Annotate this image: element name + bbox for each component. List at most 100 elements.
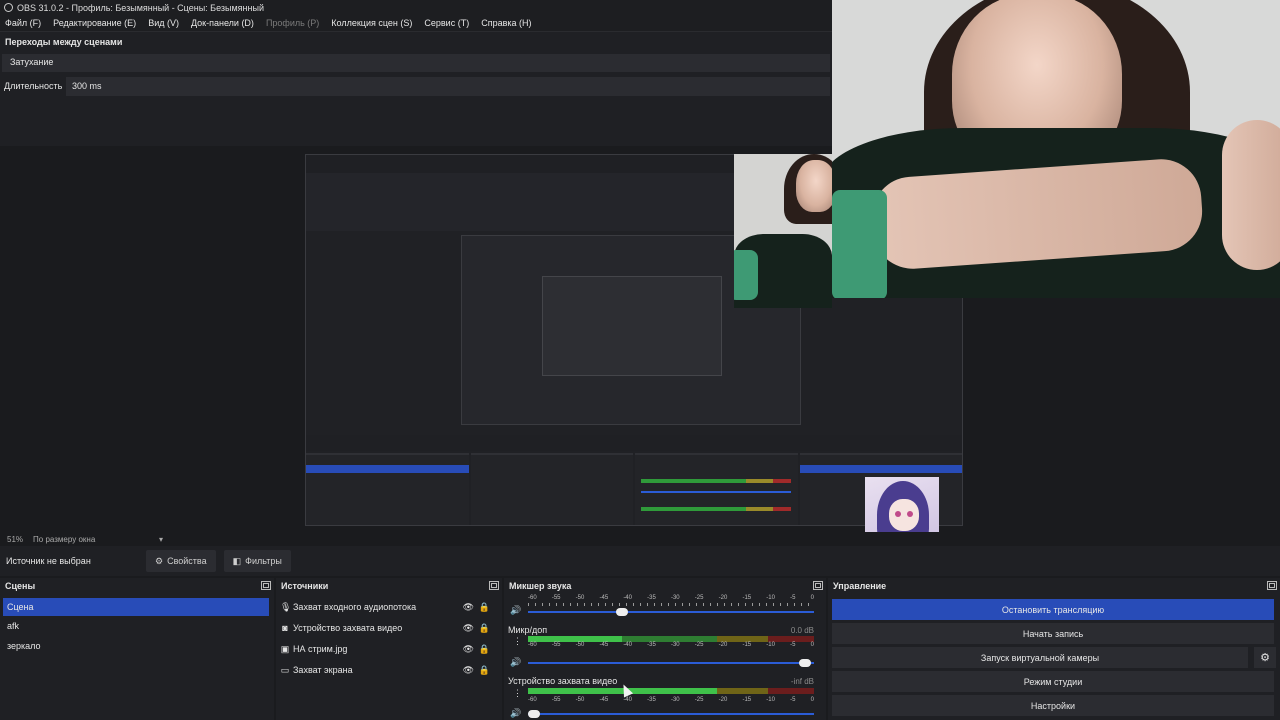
duration-input[interactable]: 300 ms — [66, 77, 830, 96]
mixer-channel-name: Устройство захвата видео — [508, 676, 618, 686]
zoom-percent: 51% — [7, 534, 24, 544]
meter-tick-label: -25 — [694, 595, 704, 601]
source-item[interactable]: ▣ НА стрим.jpg 👁 🔒 — [280, 640, 498, 658]
meter-tick-label: -40 — [623, 642, 632, 648]
meter-tick-label: -35 — [647, 697, 656, 703]
meter-tick-label: -10 — [766, 595, 775, 601]
meter-tick-label: -50 — [575, 595, 585, 601]
meter-tick-label: -15 — [742, 595, 752, 601]
scene-item-scene[interactable]: Сцена — [3, 598, 269, 616]
menu-docks[interactable]: Док-панели (D) — [191, 18, 254, 28]
controls-header: Управление — [828, 578, 1280, 594]
undock-icon[interactable] — [813, 581, 823, 590]
settings-button[interactable]: Настройки — [832, 695, 1274, 716]
eye-icon[interactable]: 👁 — [463, 665, 474, 676]
undock-icon[interactable] — [1267, 581, 1277, 590]
nested-dock-mixer — [635, 453, 798, 525]
scene-label: Сцена — [7, 602, 34, 612]
meter-tick-label: -15 — [742, 642, 752, 648]
menu-edit[interactable]: Редактирование (E) — [53, 18, 136, 28]
microphone-icon: 🎙 — [280, 601, 292, 612]
meter-tick-label: -15 — [742, 697, 752, 703]
eye-icon[interactable]: 👁 — [463, 623, 474, 634]
meter-tick-label: -5 — [790, 642, 796, 648]
scene-item-afk[interactable]: afk — [3, 617, 269, 635]
volume-knob[interactable] — [527, 710, 540, 718]
meter-tick-label: -55 — [551, 595, 561, 601]
meter-tick-label: -10 — [766, 642, 775, 648]
volume-slider[interactable] — [527, 710, 814, 718]
nested-meter — [641, 479, 791, 483]
stop-streaming-button[interactable]: Остановить трансляцию — [832, 599, 1274, 620]
context-bar: Источник не выбран ⚙ Свойства ◧ Фильтры — [0, 546, 1280, 576]
properties-button[interactable]: ⚙ Свойства — [146, 550, 216, 572]
speaker-icon[interactable]: 🔊 — [510, 657, 521, 668]
meter-tick-label: 0 — [810, 642, 814, 648]
channel-menu-icon[interactable]: ⋮ — [513, 688, 522, 699]
nested-transitions — [306, 173, 736, 231]
meter-tick-label: -50 — [575, 697, 585, 703]
mixer-channel-db: -inf dB — [790, 677, 814, 686]
volume-slider[interactable] — [528, 659, 814, 667]
meter-tick-label: -30 — [670, 595, 680, 601]
lock-icon[interactable]: 🔒 — [479, 665, 490, 676]
meter-tick-label: -30 — [670, 642, 680, 648]
audio-mixer-dock: Микшер звука -60 -55 -50 -45 -40 -35 -30 -25 -20… — [504, 578, 826, 720]
channel-menu-icon[interactable]: ⋮ — [513, 636, 522, 647]
filters-button[interactable]: ◧ Фильтры — [223, 550, 291, 572]
nested-status — [306, 435, 962, 451]
lock-icon[interactable]: 🔒 — [479, 602, 490, 613]
source-item[interactable]: ▭ Захват экрана 👁 🔒 — [280, 661, 498, 679]
mixer-channel-db: 0.0 dB — [790, 626, 814, 635]
volume-meter — [528, 688, 814, 694]
menu-view[interactable]: Вид (V) — [148, 18, 179, 28]
transition-select[interactable]: Затухание — [2, 54, 830, 72]
controls-dock: Управление Остановить трансляцию Начать … — [828, 578, 1280, 720]
menu-help[interactable]: Справка (H) — [481, 18, 531, 28]
meter-tick-label: -20 — [718, 697, 728, 703]
meter-tick-label: -25 — [694, 697, 704, 703]
scenes-header: Сцены — [0, 578, 274, 594]
sources-title: Источники — [281, 581, 329, 591]
undock-icon[interactable] — [489, 581, 499, 590]
scene-item-mirror[interactable]: зеркало — [3, 637, 269, 655]
eye-icon[interactable]: 👁 — [463, 602, 474, 613]
meter-tick-label: -40 — [623, 697, 632, 703]
source-item[interactable]: 🎙 Захват входного аудиопотока 👁 🔒 — [280, 598, 498, 616]
volume-knob[interactable] — [799, 659, 812, 667]
meter-tick-label: -55 — [551, 697, 561, 703]
meter-scale: -60 -55 -50 -45 -40 -35 -30 -25 -20 -15 -10 -5 0 — [528, 642, 814, 648]
lock-icon[interactable]: 🔒 — [479, 623, 490, 634]
meter-scale: -60 -55 -50 -45 -40 -35 -30 -25 -20 -15 -10 -5 0 — [528, 595, 814, 601]
sources-dock: Источники 🎙 Захват входного аудиопотока … — [276, 578, 502, 720]
studio-mode-button[interactable]: Режим студии — [832, 671, 1274, 692]
properties-label: Свойства — [167, 556, 207, 566]
transitions-title: Переходы между сценами — [5, 37, 123, 47]
menu-bar: Файл (F) Редактирование (E) Вид (V) Док-… — [0, 15, 832, 31]
start-recording-button[interactable]: Начать запись — [832, 623, 1274, 644]
menu-scene-collection[interactable]: Коллекция сцен (S) — [331, 18, 412, 28]
zoom-mode-label: По размеру окна — [33, 534, 96, 544]
start-virtual-camera-button[interactable]: Запуск виртуальной камеры — [832, 647, 1248, 668]
undock-icon[interactable] — [261, 581, 271, 590]
volume-knob[interactable] — [616, 608, 629, 616]
speaker-icon[interactable]: 🔊 — [510, 605, 521, 616]
source-item[interactable]: ◙ Устройство захвата видео 👁 🔒 — [280, 619, 498, 637]
nested-scene-highlight — [306, 465, 469, 473]
speaker-icon[interactable]: 🔊 — [510, 708, 521, 719]
virtual-camera-settings-gear-icon[interactable]: ⚙ — [1254, 647, 1276, 668]
eye-icon[interactable]: 👁 — [463, 644, 474, 655]
source-label: НА стрим.jpg — [293, 644, 348, 654]
lock-icon[interactable]: 🔒 — [479, 644, 490, 655]
menu-profile[interactable]: Профиль (P) — [266, 18, 319, 28]
meter-scale: -60 -55 -50 -45 -40 -35 -30 -25 -20 -15 -10 -5 0 — [528, 697, 814, 703]
volume-slider[interactable] — [528, 608, 814, 616]
filters-label: Фильтры — [245, 556, 282, 566]
meter-tick-label: -50 — [575, 642, 585, 648]
menu-tools[interactable]: Сервис (T) — [424, 18, 469, 28]
zoom-mode-select[interactable]: По размеру окна ▾ — [33, 535, 163, 544]
menu-file[interactable]: Файл (F) — [5, 18, 41, 28]
filter-icon: ◧ — [232, 555, 242, 566]
meter-tick-label: -45 — [599, 595, 609, 601]
scene-label: зеркало — [7, 641, 41, 651]
